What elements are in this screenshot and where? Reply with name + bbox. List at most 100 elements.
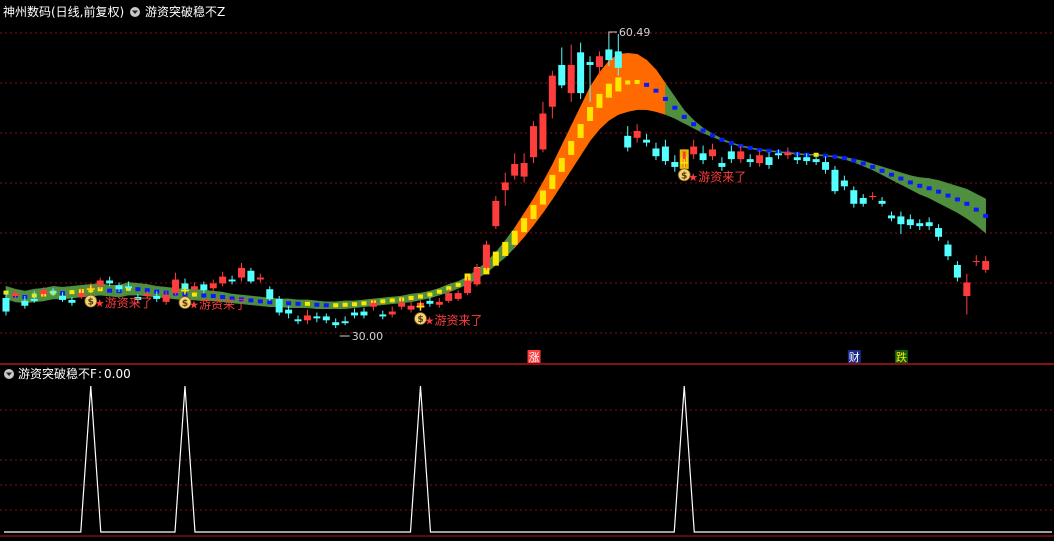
candle-body (530, 126, 538, 158)
indicator-title: 游资突破稳不Z (145, 4, 225, 19)
sub-indicator-dropdown-icon[interactable] (4, 369, 14, 379)
candle-body (11, 293, 19, 297)
indicator-dropdown-icon[interactable] (130, 7, 140, 17)
indicator-dash (502, 241, 509, 256)
indicator-dash (644, 82, 650, 87)
high-label: 60.49 (619, 26, 651, 39)
candle-body (68, 299, 76, 303)
candle-body (322, 316, 330, 321)
indicator-dash (408, 295, 414, 300)
money-bag-symbol: $ (681, 171, 687, 181)
event-marker-label[interactable]: 跌 (896, 350, 907, 364)
candle-body (774, 153, 782, 156)
sub-indicator-title: 游资突破稳不F (18, 366, 97, 381)
candle-body (840, 180, 848, 187)
indicator-dash (634, 79, 640, 84)
signal-text: 游资来了 (698, 170, 746, 184)
candle-body (501, 182, 509, 191)
indicator-dash (766, 148, 772, 153)
indicator-dash (267, 300, 273, 305)
candle-body (972, 261, 980, 263)
candle-body (445, 293, 453, 301)
candle-body (558, 64, 566, 86)
signal-star-icon: ★ (688, 171, 698, 184)
candle-body (398, 302, 406, 307)
candle-body (897, 216, 905, 225)
indicator-dash (69, 290, 75, 295)
candle-body (162, 295, 170, 302)
indicator-dash (700, 128, 706, 133)
sub-indicator-label: 游资突破稳不F:0.00 (18, 366, 131, 381)
indicator-dash (615, 77, 622, 92)
candle-body (511, 163, 519, 176)
candle-body (935, 228, 943, 237)
candle-body (21, 300, 29, 306)
indicator-dash (577, 123, 584, 138)
candle-body (916, 223, 924, 227)
money-bag-symbol: $ (182, 299, 188, 309)
candle-body (756, 155, 764, 164)
money-bag-symbol: $ (417, 315, 423, 325)
signal-star-icon: ★ (189, 299, 199, 312)
indicator-dash (295, 301, 301, 306)
candle-body (190, 286, 198, 290)
indicator-dash (691, 122, 697, 127)
indicator-dash (333, 303, 339, 308)
candle-body (492, 200, 500, 227)
candle-body (482, 244, 490, 268)
candle-body (850, 190, 858, 204)
candle-body (539, 113, 547, 150)
candle-body (605, 49, 613, 61)
candle-body (313, 316, 321, 319)
indicator-dash (719, 137, 725, 142)
indicator-dash (558, 157, 565, 172)
indicator-dash (945, 193, 951, 198)
candle-body (671, 162, 679, 167)
candle-body (727, 151, 735, 160)
indicator-dash (879, 168, 885, 173)
candle-body (228, 279, 236, 282)
candle-body (586, 62, 594, 65)
candle-body (200, 284, 208, 291)
candle-body (765, 157, 773, 165)
candle-body (878, 200, 886, 204)
signal-text: 游资来了 (434, 314, 482, 328)
candle-body (59, 296, 67, 300)
candle-body (77, 293, 85, 297)
low-label: 30.00 (352, 330, 384, 343)
candle-body (407, 305, 415, 310)
indicator-dash (747, 145, 753, 150)
indicator-dash (681, 114, 687, 119)
candle-body (454, 293, 462, 299)
candle-body (624, 135, 632, 148)
indicator-dash (653, 88, 659, 93)
indicator-dash (870, 164, 876, 169)
indicator-dash (710, 133, 715, 138)
candle-body (906, 219, 914, 226)
indicator-dash (361, 301, 367, 306)
indicator-dash (841, 156, 847, 161)
indicator-dash (964, 201, 970, 206)
indicator-dash (191, 292, 197, 297)
candle-body (369, 302, 377, 307)
event-marker-label[interactable]: 涨 (529, 351, 540, 364)
indicator-dash (549, 174, 556, 189)
candle-body (351, 312, 359, 316)
candle-body (859, 197, 867, 204)
indicator-dash (587, 106, 594, 121)
indicator-dash (568, 140, 575, 155)
candle-body (699, 153, 707, 161)
signal-star-icon: ★ (424, 315, 434, 328)
event-marker-label[interactable]: 财 (849, 350, 860, 364)
candle-body (238, 267, 245, 278)
candle-body (963, 282, 971, 297)
candle-body (652, 148, 660, 157)
candle-body (643, 139, 651, 143)
indicator-dash (936, 189, 942, 194)
candle-body (275, 298, 283, 313)
candle-body (2, 297, 10, 312)
candle-body (153, 296, 161, 299)
indicator-dash (455, 282, 461, 287)
indicator-dash (107, 288, 113, 293)
candle-body (793, 157, 801, 161)
